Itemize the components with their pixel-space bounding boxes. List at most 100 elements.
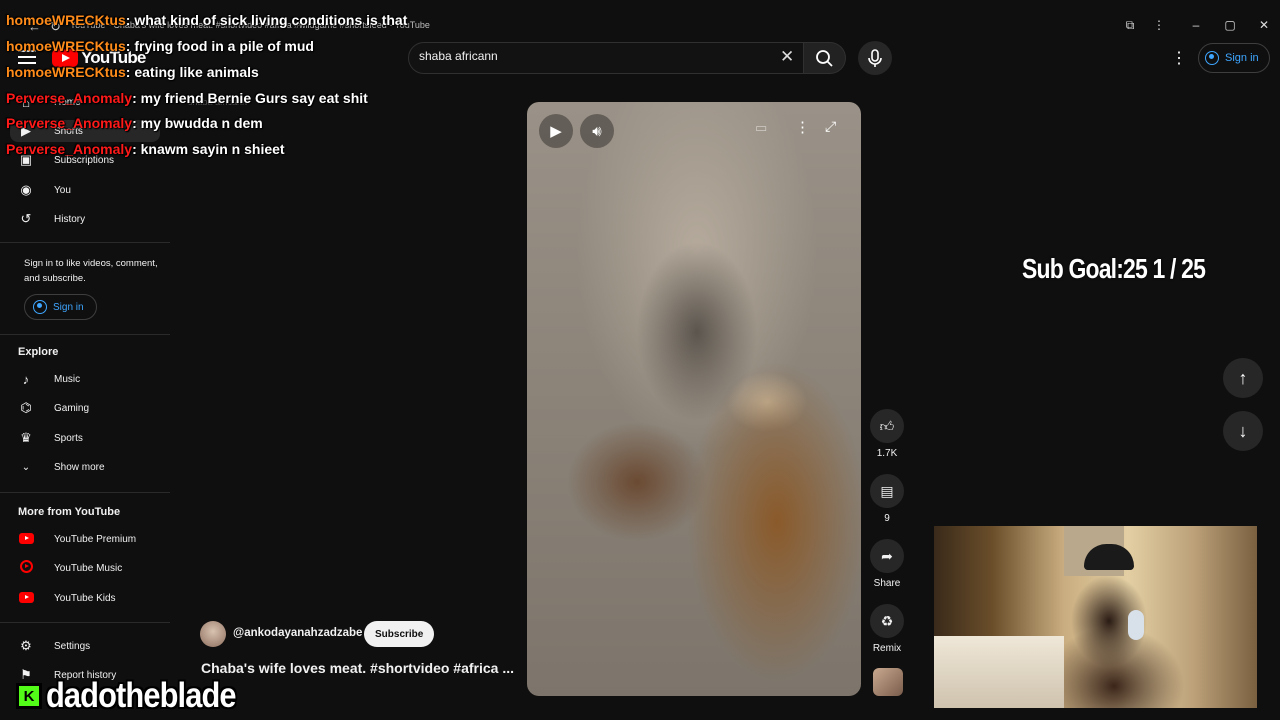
play-icon: ▶	[550, 123, 562, 140]
next-short-button[interactable]: ↓	[1223, 411, 1263, 451]
explore-heading: Explore	[18, 346, 59, 358]
share-icon: ➦	[881, 547, 893, 564]
settings-dots-icon[interactable]: ⋮	[1171, 48, 1187, 68]
sidebar-item-label: Settings	[54, 640, 91, 652]
chat-username: Perverse_Anomaly	[6, 115, 133, 131]
short-video-player[interactable]: ▶ 🔊︎ ▭ ⋮ ⤢	[527, 102, 861, 696]
chat-text: : eating like animals	[125, 64, 259, 80]
account-icon	[1205, 51, 1219, 65]
fullscreen-icon[interactable]: ⤢	[825, 118, 836, 135]
browser-menu-icon[interactable]: ⋮	[1149, 18, 1169, 32]
more-options-icon[interactable]: ⋮	[795, 118, 810, 136]
youtube-premium-icon	[16, 532, 36, 547]
clear-search-icon[interactable]: ✕	[780, 47, 794, 67]
chat-text: : knawm sayin n shieet	[132, 141, 285, 157]
chat-text: : my bwudda n dem	[132, 115, 263, 131]
channel-avatar[interactable]	[200, 621, 226, 647]
chat-username: homoeWRECKtus	[6, 12, 126, 28]
gamepad-icon: ⌬	[20, 400, 32, 415]
history-icon: ↺	[20, 211, 32, 226]
remix-button[interactable]: ♻︎	[870, 604, 904, 638]
voice-search-button[interactable]	[858, 41, 892, 75]
subscribe-button[interactable]: Subscribe	[364, 621, 435, 647]
webcam-microphone	[1128, 610, 1144, 640]
sidebar-item-label: You	[54, 184, 71, 196]
sidebar-item-you[interactable]: ◉ You	[16, 178, 71, 202]
sidebar-divider	[0, 242, 170, 243]
share-button[interactable]: ➦	[870, 539, 904, 573]
sidebar-sign-in-button[interactable]: Sign in	[24, 294, 97, 320]
previous-short-button[interactable]: ↑	[1223, 358, 1263, 398]
share-label: Share	[873, 578, 901, 589]
volume-button[interactable]: 🔊︎	[580, 114, 614, 148]
volume-icon: 🔊︎	[592, 122, 602, 140]
chat-message: homoeWRECKtus: frying food in a pile of …	[6, 38, 314, 54]
chat-message: homoeWRECKtus: eating like animals	[6, 64, 259, 80]
search-input[interactable]	[419, 49, 759, 63]
account-icon	[33, 300, 47, 314]
webcam-bed	[934, 636, 1064, 708]
comments-button[interactable]: ▤	[870, 474, 904, 508]
sign-in-label: Sign in	[1225, 52, 1259, 64]
chat-username: Perverse_Anomaly	[6, 90, 133, 106]
search-button[interactable]	[804, 42, 846, 74]
channel-name[interactable]: @ankodayanahzadzabe	[233, 627, 362, 639]
sidebar-item-show-more[interactable]: ⌄ Show more	[16, 455, 105, 479]
comment-icon: ▤	[880, 482, 894, 499]
gear-icon: ⚙	[20, 638, 32, 653]
restore-icon[interactable]: ▢	[1220, 18, 1240, 32]
you-icon: ◉	[20, 182, 32, 197]
trophy-icon: ♛	[20, 430, 32, 445]
sound-thumbnail[interactable]	[873, 668, 903, 696]
youtube-music-icon	[16, 560, 36, 576]
sidebar-item-label: Sports	[54, 432, 83, 444]
sidebar-item-label: History	[54, 213, 86, 225]
sidebar-item-music[interactable]: ♪ Music	[16, 367, 80, 391]
minimize-icon[interactable]: –	[1186, 18, 1206, 32]
chat-username: homoeWRECKtus	[6, 38, 126, 54]
sidebar-item-youtube-music[interactable]: YouTube Music	[16, 556, 122, 580]
arrow-up-icon: ↑	[1238, 367, 1248, 388]
like-count: 1.7K	[876, 448, 898, 459]
chat-message: Perverse_Anomaly: my bwudda n dem	[6, 115, 263, 131]
chat-text: : what kind of sick living conditions is…	[125, 12, 408, 28]
short-title[interactable]: Chaba's wife loves meat. #shortvideo #af…	[201, 660, 514, 676]
sidebar-item-label: Music	[54, 373, 81, 385]
sidebar-divider	[0, 622, 170, 623]
kick-logo-icon: K	[16, 683, 42, 709]
sidebar-item-youtube-premium[interactable]: YouTube Premium	[16, 527, 136, 551]
sidebar-item-history[interactable]: ↺ History	[16, 207, 86, 231]
sidebar-item-label: YouTube Music	[54, 562, 123, 574]
sidebar-item-youtube-kids[interactable]: YouTube Kids	[16, 586, 116, 610]
play-button[interactable]: ▶	[539, 114, 573, 148]
sign-in-button[interactable]: Sign in	[1198, 43, 1270, 73]
streamer-badge: K dadotheblade	[16, 676, 262, 715]
sidebar-item-label: YouTube Kids	[54, 592, 116, 604]
remix-icon: ♻︎	[880, 612, 894, 629]
arrow-down-icon: ↓	[1238, 420, 1248, 441]
like-button[interactable]: 👍︎	[870, 409, 904, 443]
chat-message: homoeWRECKtus: what kind of sick living …	[6, 12, 407, 28]
extensions-icon[interactable]: ⧉	[1120, 18, 1140, 33]
search-icon	[816, 50, 833, 67]
streamer-webcam	[934, 526, 1257, 708]
thumbs-up-icon: 👍︎	[879, 417, 895, 434]
sidebar-item-label: YouTube Premium	[54, 533, 137, 545]
sidebar-item-settings[interactable]: ⚙ Settings	[16, 634, 90, 658]
sub-goal-counter: Sub Goal:25 1 / 25	[1022, 253, 1206, 284]
captions-icon[interactable]: ▭	[755, 120, 767, 136]
sign-in-prompt: Sign in to like videos, comment, and sub…	[24, 258, 158, 284]
chat-text: : my friend Bernie Gurs say eat shit	[132, 90, 368, 106]
comment-count: 9	[884, 513, 890, 524]
chevron-down-icon: ⌄	[21, 461, 31, 473]
close-icon[interactable]: ✕	[1254, 18, 1274, 32]
chat-username: Perverse_Anomaly	[6, 141, 133, 157]
sidebar-item-label: Gaming	[54, 402, 90, 414]
sidebar-item-sports[interactable]: ♛ Sports	[16, 426, 83, 450]
chat-message: Perverse_Anomaly: my friend Bernie Gurs …	[6, 90, 368, 106]
sidebar-divider	[0, 334, 170, 335]
sidebar-item-gaming[interactable]: ⌬ Gaming	[16, 396, 89, 420]
youtube-kids-icon	[16, 591, 36, 606]
remix-label: Remix	[872, 643, 902, 654]
streamer-name: dadotheblade	[46, 676, 237, 715]
